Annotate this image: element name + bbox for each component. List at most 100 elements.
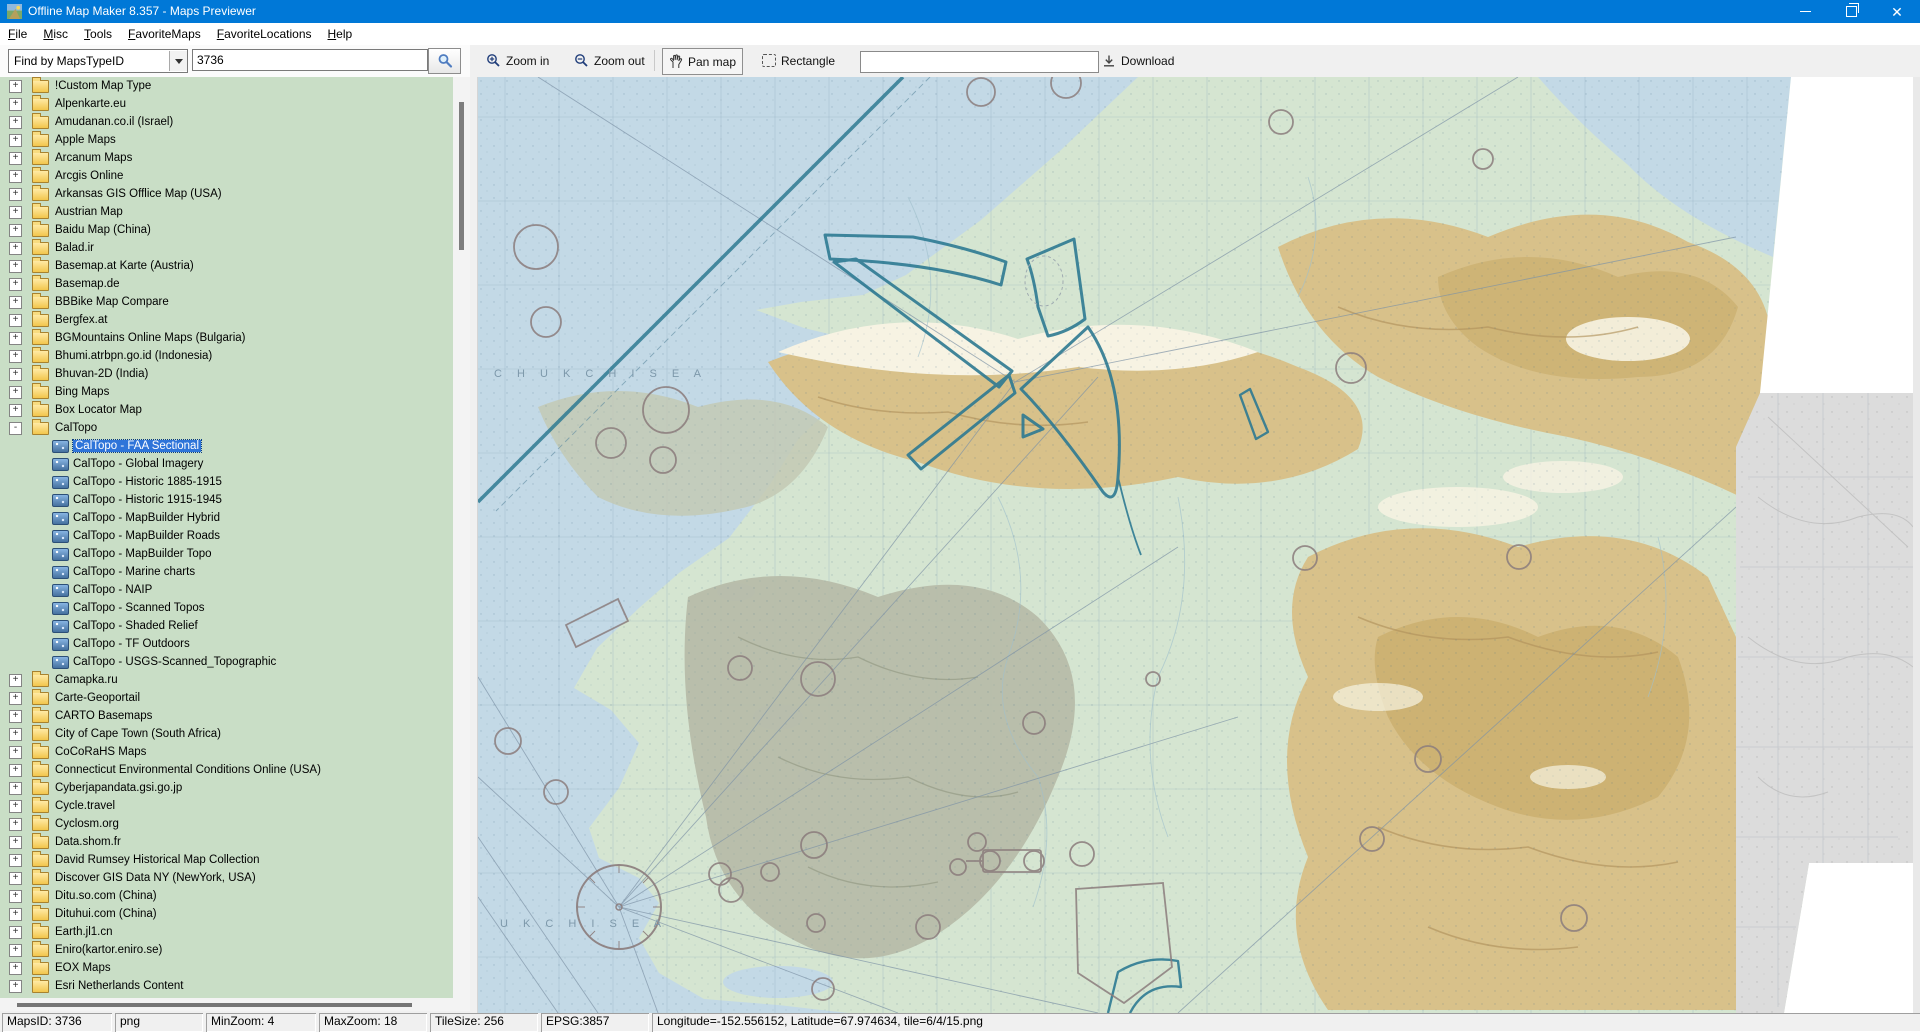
menu-item-tools[interactable]: Tools [76, 24, 120, 44]
expander-toggle[interactable]: + [9, 710, 22, 723]
expander-toggle[interactable]: + [9, 836, 22, 849]
tree-item[interactable]: +Bhumi.atrbpn.go.id (Indonesia) [0, 347, 453, 365]
menu-item-help[interactable]: Help [320, 24, 361, 44]
tree-item[interactable]: +Bergfex.at [0, 311, 453, 329]
expander-toggle[interactable]: + [9, 224, 22, 237]
tree-item[interactable]: +Bing Maps [0, 383, 453, 401]
tree-item[interactable]: +Ditu.so.com (China) [0, 887, 453, 905]
expander-toggle[interactable]: + [9, 800, 22, 813]
menu-item-favoritemaps[interactable]: FavoriteMaps [120, 24, 209, 44]
tree-item[interactable]: -CalTopo [0, 419, 453, 437]
expander-toggle[interactable]: + [9, 818, 22, 831]
tree-item[interactable]: +Discover GIS Data NY (NewYork, USA) [0, 869, 453, 887]
expander-toggle[interactable]: + [9, 350, 22, 363]
expander-toggle[interactable]: + [9, 80, 22, 93]
tree-item[interactable]: CalTopo - MapBuilder Hybrid [0, 509, 453, 527]
tree-item[interactable]: +Arcanum Maps [0, 149, 453, 167]
tree-item[interactable]: +CoCoRaHS Maps [0, 743, 453, 761]
pan-map-button[interactable]: Pan map [662, 48, 743, 75]
search-input[interactable] [192, 49, 428, 71]
tree-horizontal-scrollbar[interactable] [0, 998, 470, 1011]
expander-toggle[interactable]: + [9, 188, 22, 201]
expander-toggle[interactable]: + [9, 152, 22, 165]
find-mode-select[interactable]: Find by MapsTypeID [8, 49, 188, 73]
zoom-out-button[interactable]: Zoom out [568, 48, 651, 73]
tree-item[interactable]: +City of Cape Town (South Africa) [0, 725, 453, 743]
tree-item[interactable]: CalTopo - Global Imagery [0, 455, 453, 473]
tree-item[interactable]: +Connecticut Environmental Conditions On… [0, 761, 453, 779]
tree-item[interactable]: +Balad.ir [0, 239, 453, 257]
tree-item[interactable]: +BGMountains Online Maps (Bulgaria) [0, 329, 453, 347]
expander-toggle[interactable]: + [9, 674, 22, 687]
tree-item[interactable]: CalTopo - Shaded Relief [0, 617, 453, 635]
tree-item[interactable]: CalTopo - FAA Sectional [0, 437, 453, 455]
toolbar-input[interactable] [860, 51, 1099, 73]
tree-item[interactable]: +!Custom Map Type [0, 77, 453, 95]
expander-toggle[interactable]: + [9, 170, 22, 183]
search-button[interactable] [428, 48, 461, 74]
expander-toggle[interactable]: + [9, 404, 22, 417]
tree-item[interactable]: +Arcgis Online [0, 167, 453, 185]
tree-item[interactable]: +Baidu Map (China) [0, 221, 453, 239]
tree-item[interactable]: +Arkansas GIS Offlice Map (USA) [0, 185, 453, 203]
tree-item[interactable]: +Dituhui.com (China) [0, 905, 453, 923]
expander-toggle[interactable]: + [9, 962, 22, 975]
expander-toggle[interactable]: + [9, 980, 22, 993]
tree-item[interactable]: +Esri Netherlands Content [0, 977, 453, 995]
tree-vertical-scrollbar[interactable] [453, 77, 470, 998]
tree-item[interactable]: +Eniro(kartor.eniro.se) [0, 941, 453, 959]
tree-item[interactable]: +EOX Maps [0, 959, 453, 977]
scrollbar-thumb[interactable] [459, 102, 464, 250]
tree-item[interactable]: CalTopo - MapBuilder Roads [0, 527, 453, 545]
scrollbar-thumb[interactable] [17, 1003, 412, 1007]
expander-toggle[interactable]: + [9, 386, 22, 399]
tree-item[interactable]: +Box Locator Map [0, 401, 453, 419]
tree-item[interactable]: +Cyclosm.org [0, 815, 453, 833]
expander-toggle[interactable]: + [9, 926, 22, 939]
expander-toggle[interactable]: + [9, 260, 22, 273]
expander-toggle[interactable]: + [9, 944, 22, 957]
tree-item[interactable]: +Basemap.at Karte (Austria) [0, 257, 453, 275]
tree-item[interactable]: +Data.shom.fr [0, 833, 453, 851]
expander-toggle[interactable]: + [9, 746, 22, 759]
combo-dropdown-button[interactable] [169, 51, 187, 71]
tree-item[interactable]: +Alpenkarte.eu [0, 95, 453, 113]
expander-toggle[interactable]: + [9, 692, 22, 705]
tree-item[interactable]: +CARTO Basemaps [0, 707, 453, 725]
expander-toggle[interactable]: + [9, 332, 22, 345]
expander-toggle[interactable]: + [9, 368, 22, 381]
menu-item-favoritelocations[interactable]: FavoriteLocations [209, 24, 320, 44]
tree-item[interactable]: CalTopo - Scanned Topos [0, 599, 453, 617]
expander-toggle[interactable]: + [9, 854, 22, 867]
map-canvas[interactable]: C H U K C H I S E A U K C H I S E A [478, 77, 1913, 1013]
tree-item[interactable]: +Basemap.de [0, 275, 453, 293]
tree-item[interactable]: +Camapka.ru [0, 671, 453, 689]
tree-item[interactable]: +David Rumsey Historical Map Collection [0, 851, 453, 869]
expander-toggle[interactable]: + [9, 782, 22, 795]
expander-toggle[interactable]: + [9, 242, 22, 255]
download-button[interactable]: Download [1096, 48, 1180, 73]
menu-item-misc[interactable]: Misc [35, 24, 76, 44]
tree-item[interactable]: +Bhuvan-2D (India) [0, 365, 453, 383]
tree-item[interactable]: CalTopo - Historic 1885-1915 [0, 473, 453, 491]
tree-item[interactable]: CalTopo - USGS-Scanned_Topographic [0, 653, 453, 671]
expander-toggle[interactable]: + [9, 314, 22, 327]
tree-item[interactable]: +Cyberjapandata.gsi.go.jp [0, 779, 453, 797]
tree-item[interactable]: +Cycle.travel [0, 797, 453, 815]
tree-item[interactable]: CalTopo - NAIP [0, 581, 453, 599]
tree-item[interactable]: +Apple Maps [0, 131, 453, 149]
tree-item[interactable]: CalTopo - MapBuilder Topo [0, 545, 453, 563]
expander-toggle[interactable]: + [9, 764, 22, 777]
expander-toggle[interactable]: + [9, 206, 22, 219]
zoom-in-button[interactable]: Zoom in [480, 48, 555, 73]
close-button[interactable]: ✕ [1874, 0, 1920, 23]
minimize-button[interactable] [1782, 0, 1828, 23]
tree-item[interactable]: CalTopo - Historic 1915-1945 [0, 491, 453, 509]
tree-item[interactable]: CalTopo - TF Outdoors [0, 635, 453, 653]
expander-toggle[interactable]: + [9, 890, 22, 903]
tree-item[interactable]: +Carte-Geoportail [0, 689, 453, 707]
expander-toggle[interactable]: + [9, 872, 22, 885]
expander-toggle[interactable]: + [9, 98, 22, 111]
expander-toggle[interactable]: + [9, 908, 22, 921]
expander-toggle[interactable]: - [9, 422, 22, 435]
